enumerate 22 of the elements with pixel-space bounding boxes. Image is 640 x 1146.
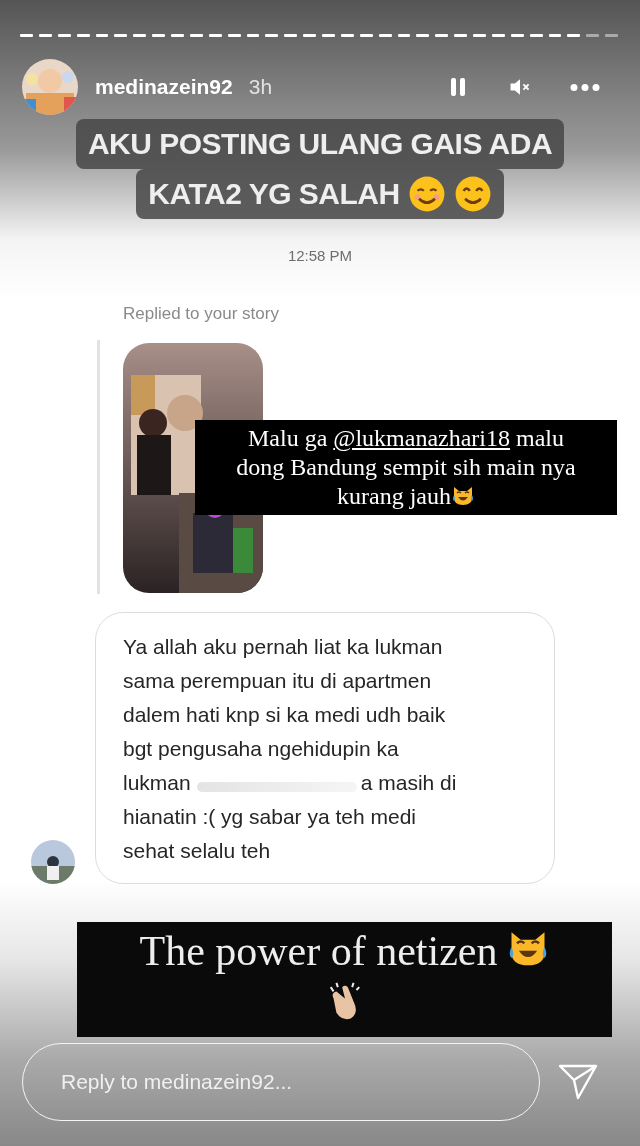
message-text: lukman [123, 770, 191, 796]
reply-field[interactable]: Reply to medinazein92... [22, 1043, 540, 1121]
username-link[interactable]: medinazein92 [95, 75, 233, 99]
caption-text: The power of netizen [139, 928, 498, 974]
caption-text: Malu ga @lukmanazhari18 malu dong Bandung sempit sih main nya kurang jauh [235, 424, 577, 511]
message-text: hianatin :( yg sabar ya teh medi [123, 804, 416, 830]
message-text: bgt pengusaha ngehidupin ka [123, 736, 399, 762]
message-text: sehat selalu teh [123, 838, 271, 864]
message-text: a masih di [360, 770, 457, 796]
mention-link[interactable]: @lukmanazhari18 [333, 425, 510, 451]
message-text: sama perempuan itu di apartmen [123, 668, 432, 694]
message-time: 12:58 PM [286, 247, 354, 264]
message-text: Ya allah aku pernah liat ka lukman [123, 634, 443, 660]
post-time: 3h [248, 75, 273, 99]
caption-text: AKU POSTING ULANG GAIS ADA [87, 127, 553, 161]
smiling-face-icon [407, 175, 446, 213]
send-icon[interactable] [558, 1062, 598, 1102]
message-text: dalem hati knp si ka medi udh baik [123, 702, 446, 728]
smiling-face-icon [453, 175, 492, 213]
caption-text: KATA2 YG SALAH [148, 177, 400, 211]
reply-label: Replied to your story [123, 304, 280, 324]
more-icon[interactable] [570, 82, 600, 92]
